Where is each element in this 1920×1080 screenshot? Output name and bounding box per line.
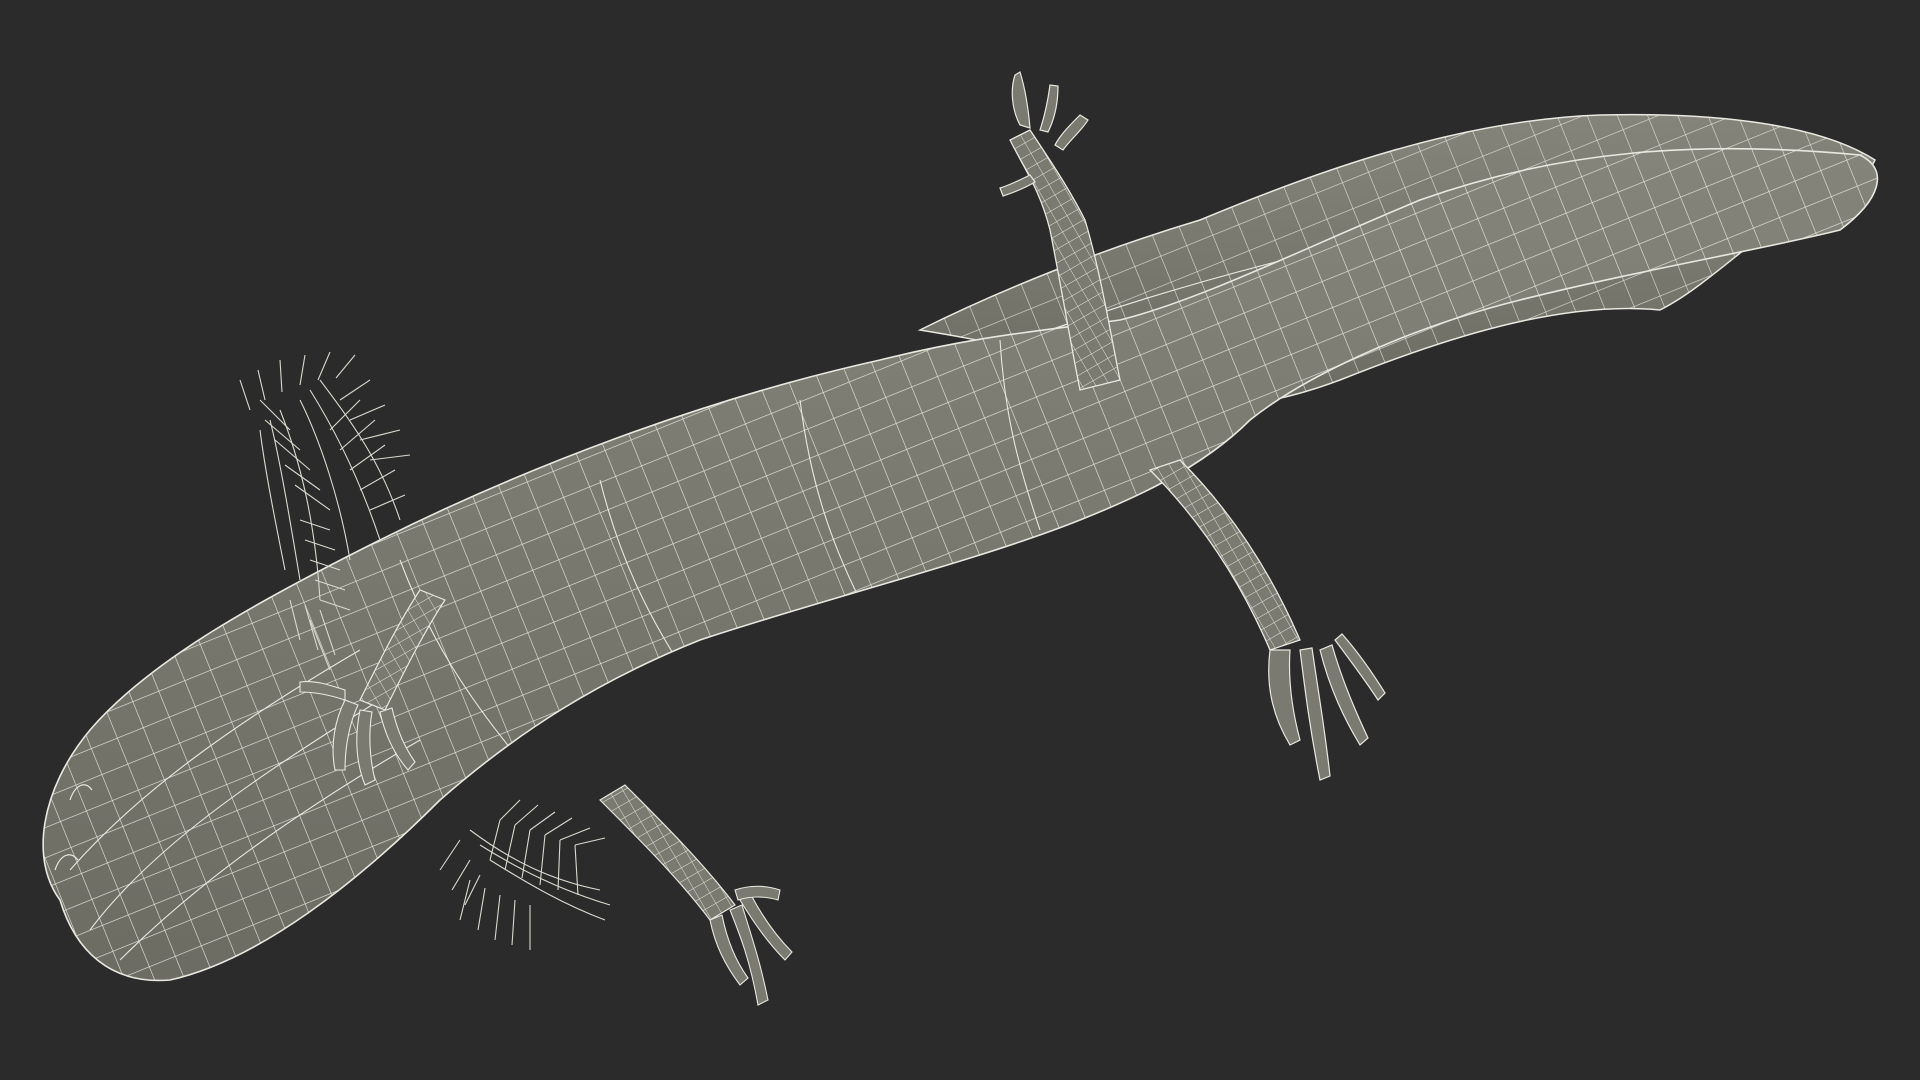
front-leg-bottom: [599, 784, 793, 1006]
hind-leg-bottom: [1148, 459, 1386, 781]
axolotl-body: [42, 147, 1879, 982]
3d-viewport[interactable]: [0, 0, 1920, 1080]
axolotl-wireframe-model: [42, 71, 1879, 1006]
gills-bottom: [439, 799, 611, 950]
hind-foot-bottom: [1268, 633, 1386, 781]
